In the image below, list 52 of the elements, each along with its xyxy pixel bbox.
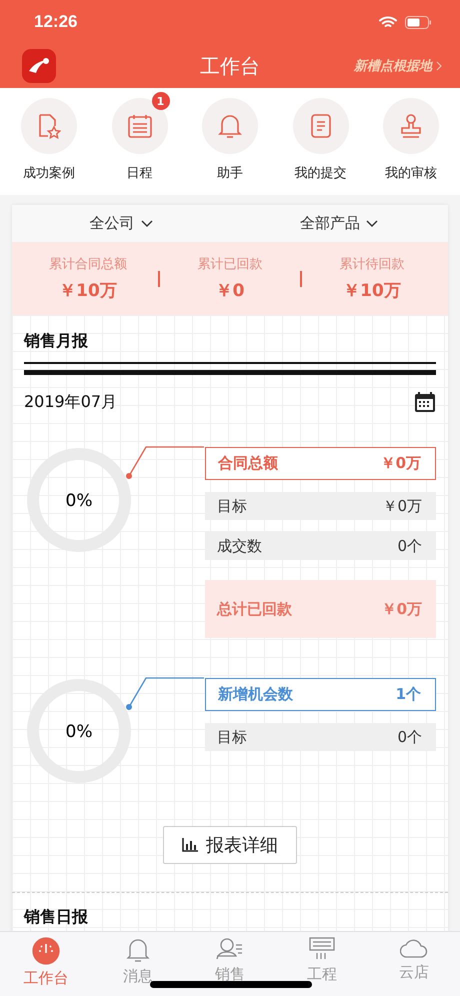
shortcut-item[interactable]: 成功案例 — [4, 91, 94, 183]
dial-icon — [32, 937, 60, 965]
percent-label: 0% — [64, 722, 94, 742]
stat-value: 0个 — [397, 536, 422, 556]
wifi-icon — [379, 16, 397, 28]
shortcut-item[interactable]: 我的提交 — [276, 91, 366, 183]
stat-value: ￥0万 — [380, 454, 421, 473]
summary-value: ￥10万 — [59, 280, 117, 302]
bell-icon — [126, 937, 150, 963]
chevron-down-icon — [140, 220, 152, 228]
shortcut-item[interactable]: 1 日程 — [94, 91, 184, 183]
stat-label: 目标 — [217, 728, 247, 746]
status-time: 12:26 — [34, 12, 78, 32]
count-badge: 1 — [152, 92, 170, 110]
summary-label: 累计已回款 — [198, 256, 262, 273]
machine-icon — [309, 937, 335, 961]
document-star-icon — [37, 113, 61, 139]
bar-chart-icon — [182, 838, 198, 852]
cloud-icon — [400, 937, 428, 959]
section-title: 销售日报 — [24, 906, 89, 928]
section-title: 销售月报 — [24, 330, 89, 352]
stat-value: 1个 — [396, 685, 421, 704]
summary-value: ￥10万 — [343, 280, 401, 302]
page-title: 工作台 — [199, 52, 261, 80]
stat-value: ￥0万 — [382, 496, 422, 516]
stat-label: 合同总额 — [218, 454, 278, 473]
stat-label: 目标 — [217, 496, 247, 516]
percent-label: 0% — [64, 491, 94, 511]
month-label: 2019年07月 — [24, 392, 118, 412]
shortcut-item[interactable]: 助手 — [185, 91, 275, 183]
stamp-icon — [399, 113, 423, 139]
shortcut-item[interactable]: 我的审核 — [366, 91, 456, 183]
calendar-icon — [126, 113, 152, 139]
filter-dropdown[interactable]: 全公司 — [12, 205, 230, 242]
stat-value: ￥0万 — [382, 600, 422, 618]
summary-label: 累计合同总额 — [49, 256, 127, 273]
summary-value: ￥0 — [216, 280, 244, 302]
battery-icon — [405, 16, 432, 28]
stat-label: 总计已回款 — [217, 600, 292, 618]
filter-dropdown[interactable]: 全部产品 — [230, 205, 448, 242]
bell-icon — [218, 113, 242, 139]
document-list-icon — [310, 113, 332, 139]
summary-label: 累计待回款 — [340, 256, 404, 273]
stat-label: 新增机会数 — [218, 685, 293, 704]
stat-label: 成交数 — [217, 536, 262, 556]
person-icon — [216, 937, 244, 961]
stat-value: 0个 — [397, 728, 422, 746]
chevron-down-icon — [366, 220, 378, 228]
calendar-icon[interactable] — [414, 391, 436, 413]
chevron-right-icon — [436, 61, 442, 71]
report-detail-button[interactable]: 报表详细 — [163, 826, 297, 864]
app-logo-icon[interactable] — [22, 49, 56, 83]
